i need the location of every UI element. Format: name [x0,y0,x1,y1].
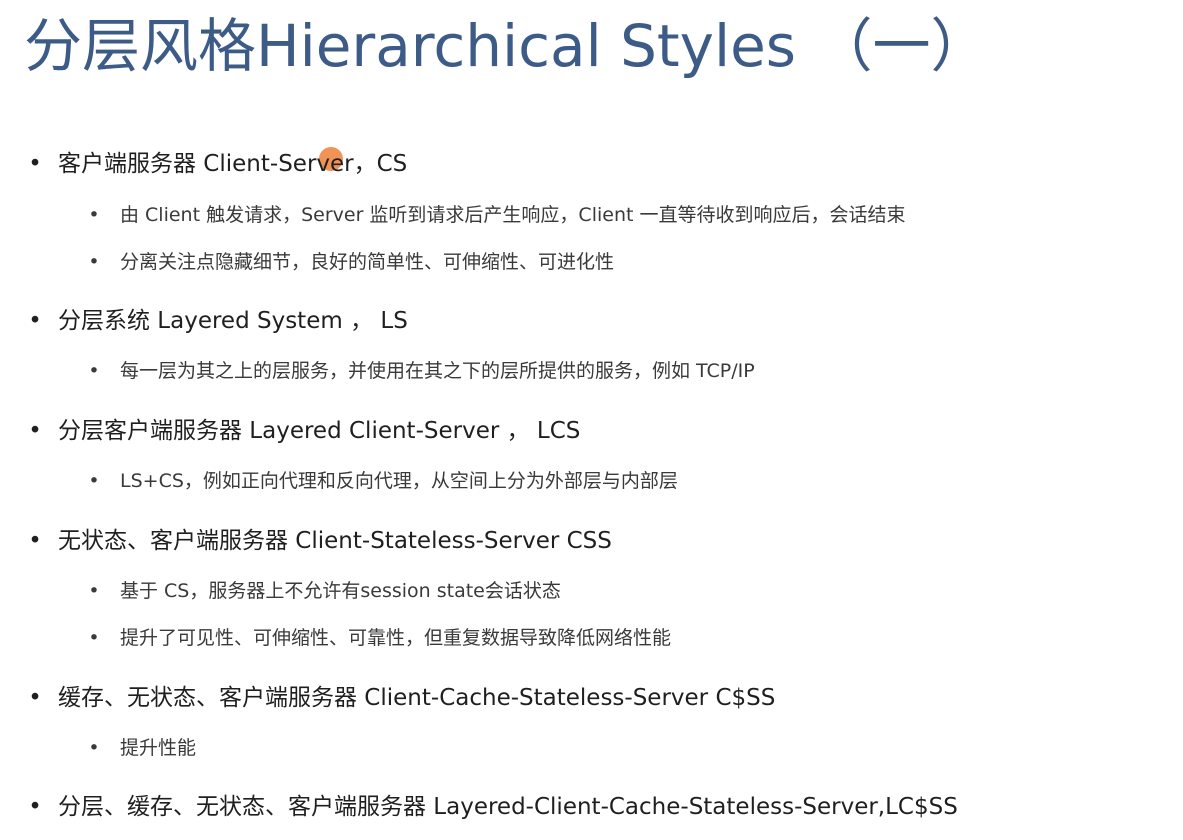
sub-bullet-icon: • [88,627,100,649]
bullet-item-text: 客户端服务器 Client-Server，CS [58,151,408,177]
bullet-item-text: 分层、缓存、无状态、客户端服务器 Layered-Client-Cache-St… [58,794,958,820]
bullet-icon: • [28,151,42,177]
sub-bullet-icon: • [88,580,100,602]
bullet-item-layered-system: • 分层系统 Layered System ， LS [26,306,408,336]
sub-bullet-text: 每一层为其之上的层服务，并使用在其之下的层所提供的服务，例如 TCP/IP [120,360,755,382]
slide: 分层风格Hierarchical Styles （一） • 客户端服务器 Clie… [0,0,1183,840]
bullet-item-text: 分层客户端服务器 Layered Client-Server ， LCS [58,418,581,444]
sub-bullet-text: LS+CS，例如正向代理和反向代理，从空间上分为外部层与内部层 [120,470,678,492]
sub-bullet-text: 提升了可见性、可伸缩性、可靠性，但重复数据导致降低网络性能 [120,627,672,649]
bullet-icon: • [28,794,42,820]
sub-bullet-icon: • [88,360,100,382]
bullet-icon: • [28,308,42,334]
sub-bullet-item: • 基于 CS，服务器上不允许有session state会话状态 [88,578,561,604]
bullet-item-client-server: • 客户端服务器 Client-Server，CS [26,149,407,179]
sub-bullet-text: 由 Client 触发请求，Server 监听到请求后产生响应，Client 一… [120,204,906,226]
bullet-item-layered-client-cache-stateless-server: • 分层、缓存、无状态、客户端服务器 Layered-Client-Cache-S… [26,792,958,822]
sub-bullet-icon: • [88,251,100,273]
bullet-item-text: 无状态、客户端服务器 Client-Stateless-Server CSS [58,528,612,554]
bullet-icon: • [28,528,42,554]
bullet-item-layered-client-server: • 分层客户端服务器 Layered Client-Server ， LCS [26,416,580,446]
sub-bullet-item: • LS+CS，例如正向代理和反向代理，从空间上分为外部层与内部层 [88,468,678,494]
sub-bullet-icon: • [88,204,100,226]
sub-bullet-item: • 提升了可见性、可伸缩性、可靠性，但重复数据导致降低网络性能 [88,625,671,651]
bullet-item-client-stateless-server: • 无状态、客户端服务器 Client-Stateless-Server CSS [26,526,612,556]
bullet-item-client-cache-stateless-server: • 缓存、无状态、客户端服务器 Client-Cache-Stateless-Se… [26,683,775,713]
bullet-icon: • [28,418,42,444]
bullet-icon: • [28,685,42,711]
sub-bullet-text: 分离关注点隐藏细节，良好的简单性、可伸缩性、可进化性 [120,251,615,273]
sub-bullet-icon: • [88,470,100,492]
sub-bullet-icon: • [88,737,100,759]
sub-bullet-item: • 提升性能 [88,735,196,761]
bullet-item-text: 缓存、无状态、客户端服务器 Client-Cache-Stateless-Ser… [58,685,776,711]
slide-title: 分层风格Hierarchical Styles （一） [24,12,989,80]
sub-bullet-text: 基于 CS，服务器上不允许有session state会话状态 [120,580,561,602]
sub-bullet-item: • 每一层为其之上的层服务，并使用在其之下的层所提供的服务，例如 TCP/IP [88,358,755,384]
sub-bullet-item: • 由 Client 触发请求，Server 监听到请求后产生响应，Client … [88,202,905,228]
sub-bullet-item: • 分离关注点隐藏细节，良好的简单性、可伸缩性、可进化性 [88,249,614,275]
bullet-item-text: 分层系统 Layered System ， LS [58,308,408,334]
sub-bullet-text: 提升性能 [120,737,197,759]
